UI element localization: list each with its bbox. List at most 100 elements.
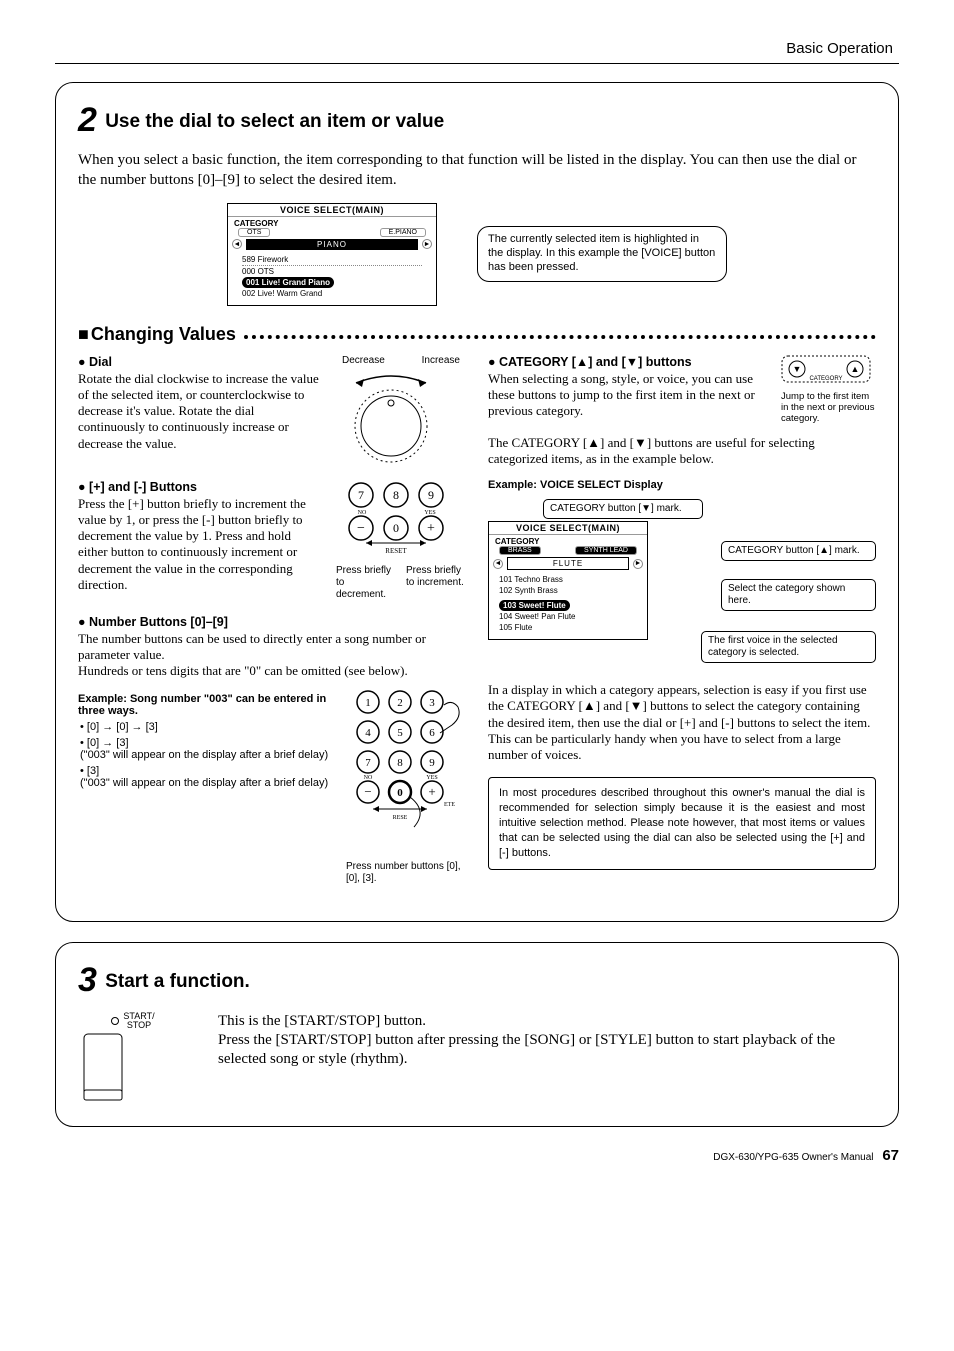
category-para3: In a display in which a category appears…	[488, 682, 876, 763]
svg-text:8: 8	[393, 488, 399, 502]
numbers-example-row: Example: Song number "003" can be entere…	[78, 687, 466, 885]
plusminus-head: [+] and [-] Buttons	[78, 480, 322, 494]
dial-row: Dial Rotate the dial clockwise to increa…	[78, 355, 466, 466]
page-footer: DGX-630/YPG-635 Owner's Manual 67	[55, 1147, 899, 1164]
svg-text:2: 2	[397, 697, 403, 709]
numpad-caption: Press number buttons [0], [0], [3].	[346, 861, 466, 885]
svg-text:7: 7	[358, 488, 364, 502]
down-mark-label: CATEGORY button [▼] mark.	[543, 499, 703, 519]
category-head: CATEGORY [▲] and [▼] buttons	[488, 355, 769, 369]
v-bar-row: ◄ FLUTE ►	[489, 557, 647, 570]
svg-text:−: −	[357, 521, 365, 536]
chevron-left-icon: ◄	[493, 559, 503, 569]
left-column: Dial Rotate the dial clockwise to increa…	[78, 355, 466, 900]
svg-text:+: +	[428, 784, 435, 799]
svg-text:8: 8	[397, 757, 403, 769]
svg-text:▼: ▼	[793, 364, 802, 374]
svg-text:ETE: ETE	[444, 802, 455, 808]
svg-text:RESE: RESE	[393, 815, 408, 821]
category-text: CATEGORY [▲] and [▼] buttons When select…	[488, 355, 769, 425]
voice-example-lcd: VOICE SELECT(MAIN) CATEGORY BRASS SYNTH …	[488, 521, 648, 640]
list-item: 000 OTS	[242, 266, 422, 277]
up-mark-label: CATEGORY button [▲] mark.	[721, 541, 876, 561]
category-figure: ▼ ▲ CATEGORY Jump to the first item in t…	[781, 355, 876, 425]
list-item: 104 Sweet! Pan Flute	[499, 611, 637, 622]
display-callout: The currently selected item is highlight…	[477, 226, 727, 281]
chevron-right-icon: ►	[422, 239, 432, 249]
list-item: [3] ("003" will appear on the display af…	[80, 765, 332, 789]
category-body: When selecting a song, style, or voice, …	[488, 371, 769, 420]
decrease-label: Decrease	[342, 355, 385, 367]
step-2-title-text: Use the dial to select an item or value	[105, 111, 444, 132]
v-tab-left: BRASS	[499, 546, 541, 555]
dial-head: Dial	[78, 355, 322, 369]
category-para2: The CATEGORY [▲] and [▼] buttons are use…	[488, 435, 876, 468]
lcd-tabs: OTS E.PIANO	[228, 228, 436, 239]
voice-example-head: Example: VOICE SELECT Display	[488, 479, 876, 491]
svg-text:9: 9	[429, 757, 435, 769]
select-here-label: Select the category shown here.	[721, 579, 876, 611]
start-stop-label: START/ STOP	[123, 1012, 154, 1030]
list-item: [0] → [0] → [3]	[80, 721, 332, 733]
list-item: 002 Live! Warm Grand	[242, 288, 422, 299]
svg-text:4: 4	[365, 727, 371, 739]
svg-text:CATEGORY: CATEGORY	[809, 376, 842, 382]
increment-caption: Press briefly to increment.	[406, 565, 466, 601]
numpad-icon: 1 2 3 4 5 6 7 8 9 − 0 +	[346, 687, 466, 857]
svg-text:−: −	[364, 784, 371, 799]
dial-icon	[336, 371, 446, 466]
plusminus-row: [+] and [-] Buttons Press the [+] button…	[78, 480, 466, 601]
lcd-title: VOICE SELECT(MAIN)	[228, 204, 436, 217]
list-item-highlight: 103 Sweet! Flute	[499, 596, 637, 611]
v-list: 101 Techno Brass 102 Synth Brass 103 Swe…	[489, 570, 647, 639]
list-item: 589 Firework	[242, 254, 422, 266]
step-2-title: 2 Use the dial to select an item or valu…	[78, 101, 876, 140]
led-icon	[111, 1017, 119, 1025]
svg-text:3: 3	[429, 697, 435, 709]
numpad-figure: 1 2 3 4 5 6 7 8 9 − 0 +	[346, 687, 466, 885]
svg-text:1: 1	[365, 697, 371, 709]
svg-text:▲: ▲	[851, 364, 860, 374]
svg-text:5: 5	[397, 727, 403, 739]
reset-label: RESET	[385, 547, 407, 555]
list-item-highlight: 001 Live! Grand Piano	[242, 277, 422, 288]
square-bullet-icon: ■	[78, 324, 89, 345]
step-3-body: This is the [START/STOP] button. Press t…	[218, 1012, 876, 1068]
numbers-head: Number Buttons [0]–[9]	[78, 615, 466, 629]
step-3-number: 3	[78, 961, 96, 999]
v-lcd-title: VOICE SELECT(MAIN)	[489, 522, 647, 535]
numbers-section: Number Buttons [0]–[9] The number button…	[78, 615, 466, 886]
svg-text:YES: YES	[426, 775, 437, 781]
start-stop-figure: START/ STOP	[78, 1012, 188, 1104]
chevron-left-icon: ◄	[232, 239, 242, 249]
dial-figure: Decrease Increase	[336, 355, 466, 466]
step-3-panel: 3 Start a function. START/ STOP This is …	[55, 942, 899, 1127]
page-number: 67	[882, 1147, 899, 1164]
list-item: 105 Flute	[499, 622, 637, 633]
svg-text:NO: NO	[364, 775, 373, 781]
svg-text:0: 0	[397, 787, 403, 799]
step-3-title-text: Start a function.	[105, 971, 250, 992]
category-fig-caption: Jump to the first item in the next or pr…	[781, 391, 876, 425]
start-stop-label-row: START/ STOP	[78, 1012, 188, 1030]
header-rule	[55, 63, 899, 64]
category-buttons-icon: ▼ ▲ CATEGORY	[781, 355, 871, 391]
lcd-category-label: CATEGORY	[228, 217, 436, 228]
increase-label: Increase	[422, 355, 460, 367]
svg-text:0: 0	[393, 521, 399, 535]
svg-text:9: 9	[428, 488, 434, 502]
section-header: Basic Operation	[55, 40, 899, 57]
v-lcd-tabs: BRASS SYNTH LEAD	[489, 546, 647, 557]
yes-label: YES	[424, 510, 435, 516]
lcd-bar-row: ◄ PIANO ►	[228, 239, 436, 250]
v-tab-right: SYNTH LEAD	[575, 546, 637, 555]
dotted-leader	[244, 335, 876, 339]
note-box: In most procedures described throughout …	[488, 777, 876, 869]
first-voice-label: The first voice in the selected category…	[701, 631, 876, 663]
list-item-hl-text: 001 Live! Grand Piano	[242, 277, 334, 288]
lcd-callout-row: VOICE SELECT(MAIN) CATEGORY OTS E.PIANO …	[78, 203, 876, 306]
start-stop-button-icon	[78, 1032, 128, 1104]
changing-values-text: Changing Values	[91, 324, 236, 345]
list-item: 101 Techno Brass	[499, 574, 637, 585]
list-item: [0] → [3] ("003" will appear on the disp…	[80, 737, 332, 761]
